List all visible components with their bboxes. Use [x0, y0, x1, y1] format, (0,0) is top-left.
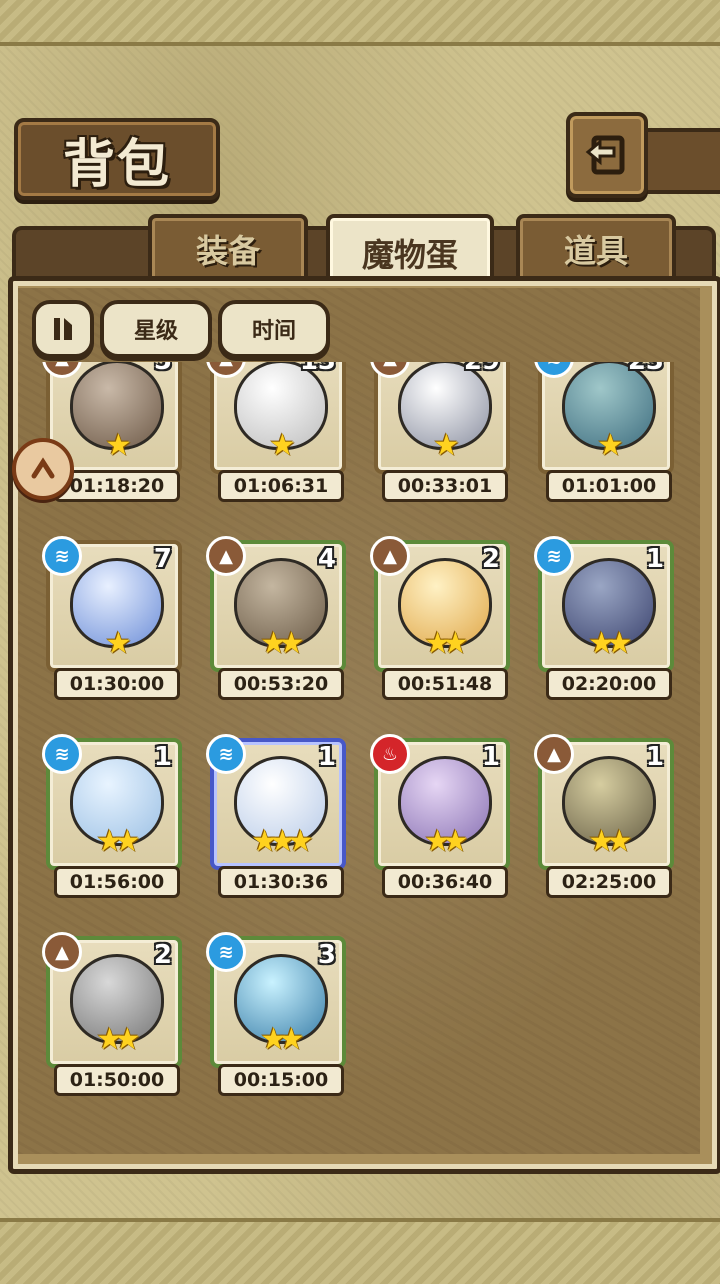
egg-card[interactable]: ▲ 1 ★★ 02:25:00: [534, 734, 674, 898]
title-plate: 背包: [14, 118, 220, 200]
egg-card[interactable]: ≋ 1 ★★ 01:56:00: [42, 734, 182, 898]
egg-card[interactable]: ▲13★01:06:31: [206, 362, 346, 502]
egg-card[interactable]: ♨ 1 ★★ 00:36:40: [370, 734, 510, 898]
earth-element-icon: ▲: [206, 536, 246, 576]
egg-count: 2: [481, 544, 500, 574]
bottom-border: [0, 1218, 720, 1284]
earth-element-icon: ▲: [42, 932, 82, 972]
egg-count: 1: [645, 742, 664, 772]
egg-count: 4: [317, 544, 336, 574]
egg-count: 1: [481, 742, 500, 772]
egg-card[interactable]: ≋23★01:01:00: [534, 362, 674, 502]
pause-sort-icon: [54, 318, 72, 340]
hatch-timer: 00:15:00: [218, 1064, 344, 1096]
water-element-icon: ≋: [42, 536, 82, 576]
tab-equipment[interactable]: 装备: [148, 214, 308, 280]
egg-card[interactable]: ≋ 3 ★★ 00:15:00: [206, 932, 346, 1096]
fire-element-icon: ♨: [370, 734, 410, 774]
egg-count: 1: [153, 742, 172, 772]
hatch-timer: 01:06:31: [218, 470, 344, 502]
hatch-timer: 01:56:00: [54, 866, 180, 898]
star-rating: ★★: [424, 824, 469, 859]
star-rating: ★★: [424, 626, 469, 661]
scroll-up-button[interactable]: [12, 438, 74, 500]
water-element-icon: ≋: [206, 932, 246, 972]
sort-by-time-button[interactable]: 时间: [218, 300, 330, 358]
star-rating: ★★: [260, 1022, 305, 1057]
earth-element-icon: ▲: [370, 536, 410, 576]
star-rating: ★: [105, 626, 132, 661]
hatch-timer: 02:20:00: [546, 668, 672, 700]
egg-card[interactable]: ▲ 2 ★★ 01:50:00: [42, 932, 182, 1096]
egg-count: 5: [154, 362, 172, 376]
hatch-timer: 01:30:36: [218, 866, 344, 898]
hatch-timer: 00:36:40: [382, 866, 508, 898]
return-arrow-icon: [585, 135, 625, 175]
hatch-timer: 00:51:48: [382, 668, 508, 700]
egg-count: 29: [464, 362, 500, 376]
egg-count: 3: [317, 940, 336, 970]
egg-count: 1: [645, 544, 664, 574]
star-rating: ★: [433, 428, 460, 463]
water-element-icon: ≋: [534, 536, 574, 576]
egg-count: 13: [300, 362, 336, 376]
egg-card[interactable]: ≋ 1 ★★★ 01:30:36: [206, 734, 346, 898]
hatch-timer: 01:30:00: [54, 668, 180, 700]
back-button[interactable]: [566, 112, 648, 198]
star-rating: ★★: [588, 824, 633, 859]
hatch-timer: 01:50:00: [54, 1064, 180, 1096]
egg-count: 2: [153, 940, 172, 970]
egg-count: 23: [628, 362, 664, 376]
water-element-icon: ≋: [42, 734, 82, 774]
hatch-timer: 00:33:01: [382, 470, 508, 502]
egg-card[interactable]: ≋ 7 ★ 01:30:00: [42, 536, 182, 700]
egg-card[interactable]: ▲ 4 ★★ 00:53:20: [206, 536, 346, 700]
star-rating: ★★: [260, 626, 305, 661]
egg-card[interactable]: ▲29★00:33:01: [370, 362, 510, 502]
page-title: 背包: [62, 134, 171, 195]
egg-card[interactable]: ≋ 1 ★★ 02:20:00: [534, 536, 674, 700]
sort-by-star-button[interactable]: 星级: [100, 300, 212, 358]
star-rating: ★: [597, 428, 624, 463]
star-rating: ★★★: [251, 824, 314, 859]
star-rating: ★: [269, 428, 296, 463]
star-rating: ★★: [96, 1022, 141, 1057]
back-button-rail: [640, 128, 720, 194]
egg-count: 1: [317, 742, 336, 772]
egg-count: 7: [153, 544, 172, 574]
star-rating: ★★: [96, 824, 141, 859]
hatch-timer: 01:01:00: [546, 470, 672, 502]
sort-order-button[interactable]: [32, 300, 94, 358]
hatch-timer: 00:53:20: [218, 668, 344, 700]
star-rating: ★★: [588, 626, 633, 661]
egg-grid: ▲5★01:18:20▲13★01:06:31▲29★00:33:01≋23★0…: [18, 362, 700, 1152]
up-arrow-icon: [31, 457, 55, 479]
egg-card[interactable]: ▲ 2 ★★ 00:51:48: [370, 536, 510, 700]
earth-element-icon: ▲: [534, 734, 574, 774]
water-element-icon: ≋: [206, 734, 246, 774]
tab-items[interactable]: 道具: [516, 214, 676, 280]
top-border: [0, 0, 720, 46]
hatch-timer: 02:25:00: [546, 866, 672, 898]
